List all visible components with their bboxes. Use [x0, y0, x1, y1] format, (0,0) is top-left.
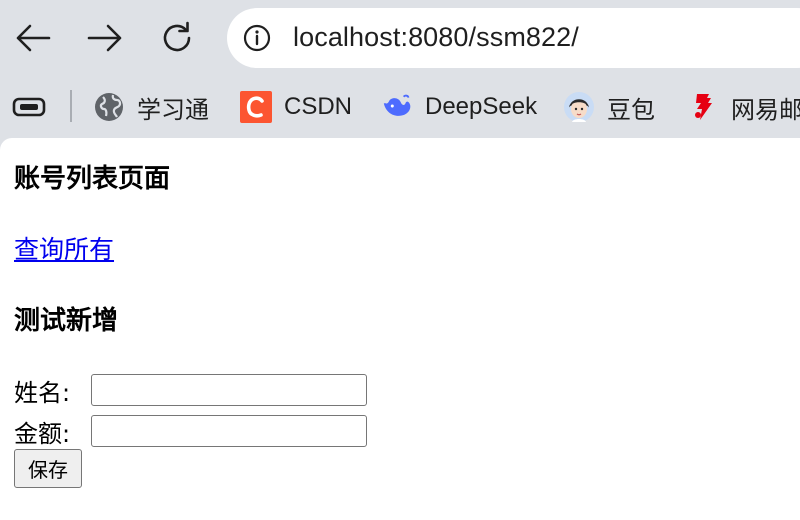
reload-button[interactable]	[157, 16, 197, 60]
bookmarks-divider	[70, 90, 72, 122]
info-icon	[243, 24, 271, 52]
amount-input[interactable]	[91, 415, 367, 447]
arrow-right-icon	[87, 24, 122, 52]
name-input[interactable]	[91, 374, 367, 406]
back-button[interactable]	[13, 16, 53, 60]
address-bar[interactable]: localhost:8080/ssm822/	[227, 8, 800, 68]
bookmark-xuexitong[interactable]: 学习通	[93, 90, 209, 124]
name-label: 姓名:	[14, 378, 71, 407]
page-viewport: 账号列表页面 查询所有 测试新增 姓名: 金额: 保存	[0, 138, 800, 520]
page-title: 账号列表页面	[14, 164, 171, 194]
browser-toolbar: localhost:8080/ssm822/	[0, 0, 800, 80]
amount-label: 金额:	[14, 419, 71, 448]
forward-button[interactable]	[85, 16, 125, 60]
bookmark-label: DeepSeek	[425, 93, 538, 120]
site-info-button[interactable]	[242, 23, 272, 53]
bookmark-csdn[interactable]: CSDN	[240, 90, 352, 124]
bookmark-label: CSDN	[284, 93, 353, 120]
globe-icon	[93, 91, 125, 123]
bookmark-netease-mail[interactable]: 网易邮	[687, 90, 800, 124]
bookmark-label: 学习通	[137, 96, 209, 124]
csdn-logo-icon	[240, 91, 272, 123]
tab-groups-button[interactable]	[11, 92, 47, 122]
find-all-link[interactable]: 查询所有	[14, 230, 114, 266]
tab-group-icon	[12, 97, 46, 117]
bookmark-label: 网易邮	[731, 96, 800, 124]
url-text: localhost:8080/ssm822/	[293, 22, 579, 52]
bookmark-label: 豆包	[607, 96, 655, 124]
save-button[interactable]: 保存	[14, 449, 82, 488]
deepseek-whale-icon	[381, 91, 413, 123]
bookmarks-bar: 学习通 CSDN DeepSeek 豆包 网易邮	[0, 80, 800, 136]
bookmark-deepseek[interactable]: DeepSeek	[381, 90, 537, 124]
name-row: 姓名:	[14, 372, 367, 408]
reload-icon	[163, 21, 191, 52]
doubao-avatar-icon	[563, 91, 595, 123]
arrow-left-icon	[16, 24, 51, 52]
add-section-title: 测试新增	[14, 306, 119, 336]
netease-mail-icon	[687, 91, 719, 123]
bookmark-doubao[interactable]: 豆包	[563, 90, 655, 124]
amount-row: 金额:	[14, 413, 367, 449]
